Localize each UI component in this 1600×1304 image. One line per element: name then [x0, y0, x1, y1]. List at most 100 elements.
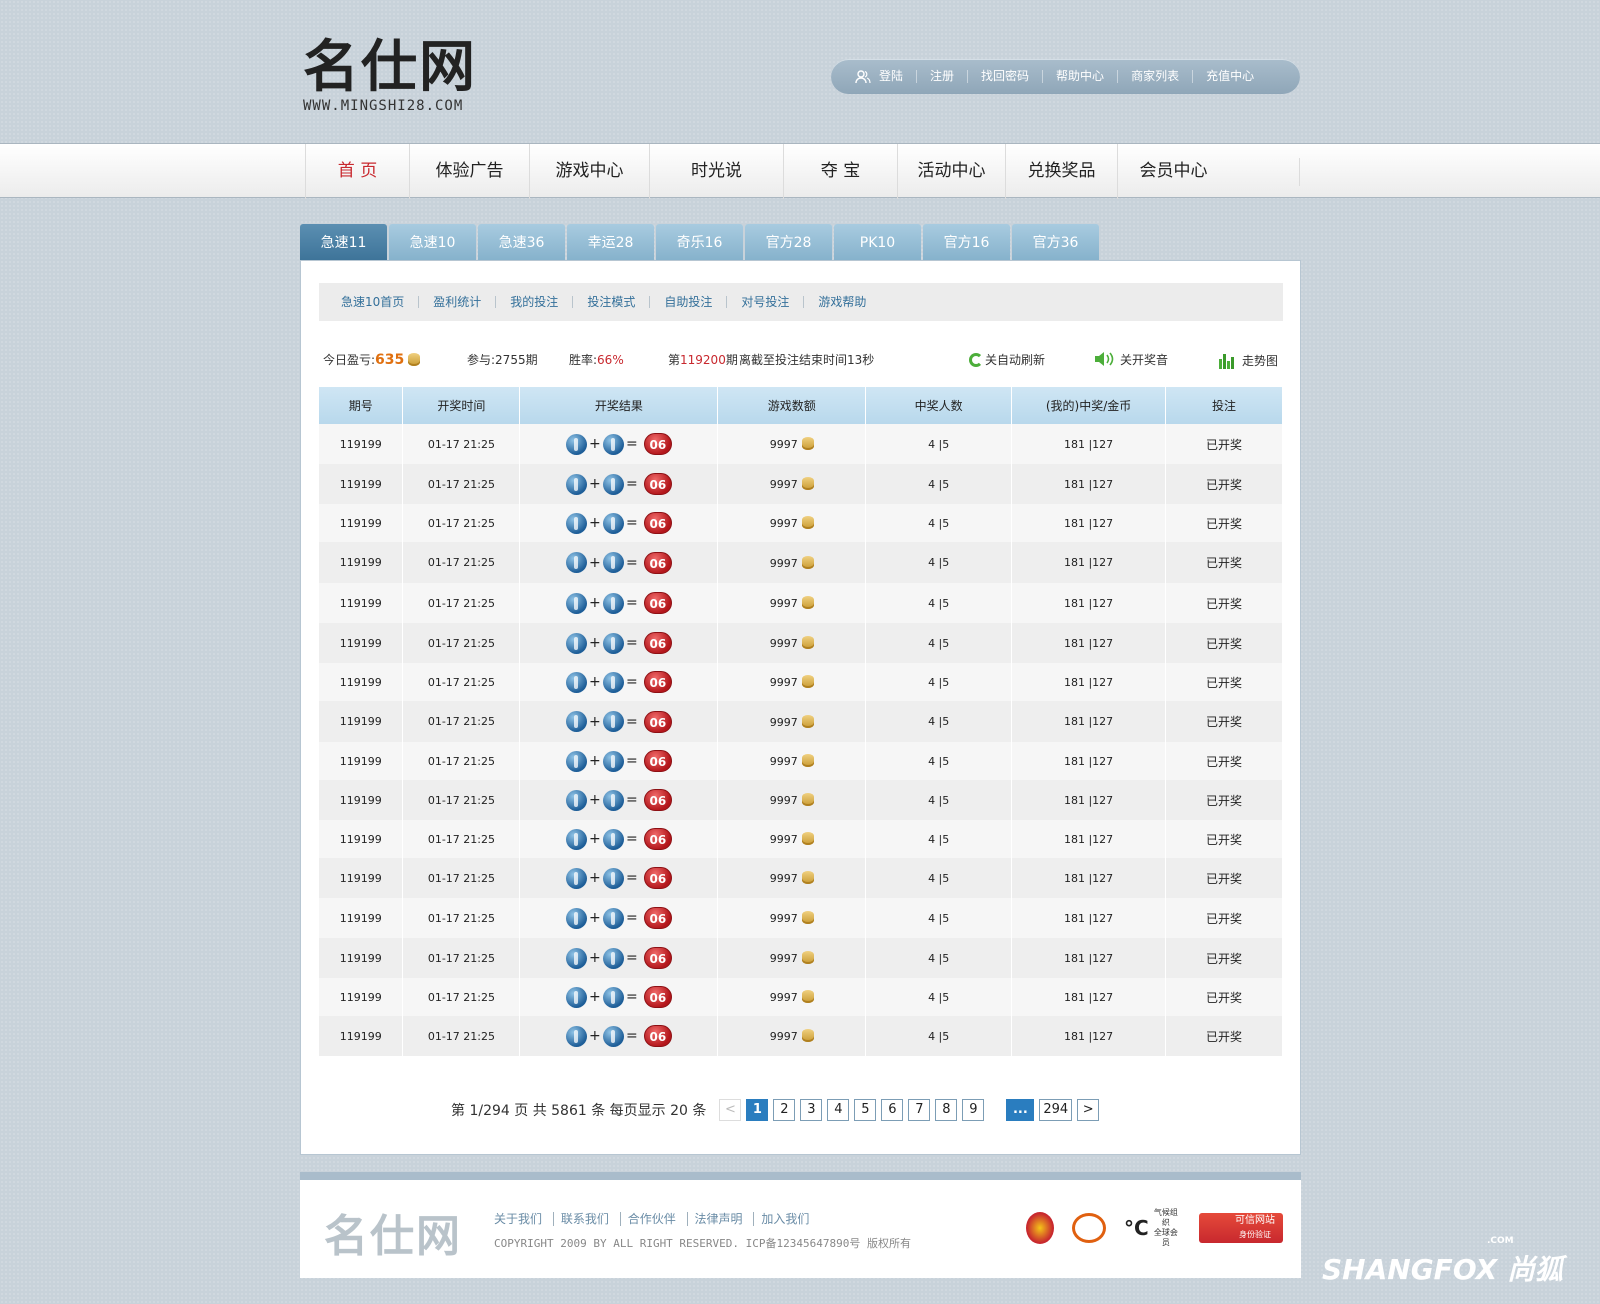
- page-1[interactable]: 1: [746, 1099, 769, 1121]
- recharge-center-link[interactable]: 充值中心: [1192, 70, 1267, 83]
- cell-my-win: 181 |127: [1011, 978, 1167, 1016]
- page-4[interactable]: 4: [827, 1099, 850, 1121]
- prev-page-button[interactable]: <: [719, 1099, 742, 1121]
- dice-icon: [602, 512, 624, 534]
- tab-jisu11[interactable]: 急速11: [300, 224, 387, 260]
- dice-icon: [565, 552, 587, 573]
- page-9[interactable]: 9: [962, 1099, 985, 1121]
- footer-legal[interactable]: 法律声明: [686, 1212, 750, 1226]
- cell-bet-status: 已开奖: [1165, 701, 1283, 742]
- cell-my-win: 181 |127: [1011, 858, 1167, 898]
- site-logo[interactable]: 名仕网 WWW.MINGSHI28.COM: [303, 36, 503, 116]
- next-page-button[interactable]: >: [1077, 1099, 1100, 1121]
- plus-sign: +: [588, 595, 601, 611]
- coin-icon: [801, 675, 814, 688]
- col-my-win: (我的)中奖/金币: [1011, 387, 1167, 424]
- trend-chart-link[interactable]: 走势图: [1218, 351, 1278, 369]
- nav-time-talk[interactable]: 时光说: [649, 144, 783, 199]
- nav-redeem-prizes[interactable]: 兑换奖品: [1005, 144, 1117, 199]
- plus-sign: +: [588, 476, 601, 492]
- table-row: 119199 01-17 21:25 + = 06 9997 4 |5 181 |127 已开奖: [319, 978, 1283, 1016]
- police-badge[interactable]: [1026, 1212, 1054, 1244]
- cell-winners: 4 |5: [865, 464, 1013, 504]
- cell-draw-time: 01-17 21:25: [402, 663, 521, 701]
- cell-winners: 4 |5: [865, 504, 1013, 542]
- plus-sign: +: [588, 436, 601, 452]
- current-period: 第119200期: [668, 353, 738, 367]
- cell-draw-result: + = 06: [519, 663, 719, 701]
- dice-icon: [602, 986, 624, 1008]
- equals-sign: =: [625, 674, 638, 690]
- game-tabs: 急速11 急速10 急速36 幸运28 奇乐16 官方28 PK10 官方16 …: [300, 224, 1101, 260]
- footer-contact[interactable]: 联系我们: [552, 1212, 616, 1226]
- nav-game-center[interactable]: 游戏中心: [529, 144, 649, 199]
- page-3[interactable]: 3: [800, 1099, 823, 1121]
- subnav-profit-stats[interactable]: 盈利统计: [418, 296, 495, 308]
- tab-guanfang36[interactable]: 官方36: [1012, 224, 1099, 260]
- table-row: 119199 01-17 21:25 + = 06 9997 4 |5 181 |127 已开奖: [319, 1016, 1283, 1056]
- cell-period: 119199: [319, 663, 404, 701]
- subnav-bet-mode[interactable]: 投注模式: [572, 296, 649, 308]
- page-last[interactable]: 294: [1039, 1099, 1073, 1121]
- trusted-site-badge[interactable]: 可信网站 身份验证: [1199, 1213, 1283, 1243]
- tab-xingyun28[interactable]: 幸运28: [567, 224, 654, 260]
- page-2[interactable]: 2: [773, 1099, 796, 1121]
- page-5[interactable]: 5: [854, 1099, 877, 1121]
- merchant-list-link[interactable]: 商家列表: [1117, 70, 1192, 83]
- forgot-password-link[interactable]: 找回密码: [967, 70, 1042, 83]
- dice-icon: [565, 867, 587, 889]
- ring-badge[interactable]: [1072, 1213, 1106, 1243]
- page-ellipsis[interactable]: ...: [1006, 1099, 1035, 1121]
- table-row: 119199 01-17 21:25 + = 06 9997 4 |5 181 |127 已开奖: [319, 938, 1283, 978]
- page-8[interactable]: 8: [935, 1099, 958, 1121]
- subnav-game-help[interactable]: 游戏帮助: [803, 296, 880, 308]
- equals-sign: =: [625, 515, 638, 531]
- page-7[interactable]: 7: [908, 1099, 931, 1121]
- footer-partners[interactable]: 合作伙伴: [619, 1212, 683, 1226]
- dice-icon: [602, 671, 624, 693]
- dice-icon: [602, 1025, 624, 1047]
- watermark: SHANGFOX 尚狐 .COM: [1322, 1236, 1563, 1286]
- cell-winners: 4 |5: [865, 820, 1013, 858]
- sound-toggle[interactable]: 关开奖音: [1094, 351, 1168, 368]
- nav-trial-ads[interactable]: 体验广告: [409, 144, 529, 199]
- subnav-number-bet[interactable]: 对号投注: [726, 296, 803, 308]
- cell-winners: 4 |5: [865, 583, 1013, 623]
- tab-qile16[interactable]: 奇乐16: [656, 224, 743, 260]
- dice-icon: [565, 711, 587, 732]
- result-ball: 06: [643, 907, 672, 929]
- nav-activity-center[interactable]: 活动中心: [897, 144, 1005, 199]
- nav-home[interactable]: 首 页: [305, 144, 409, 199]
- tab-jisu10[interactable]: 急速10: [389, 224, 476, 260]
- footer-about[interactable]: 关于我们: [494, 1212, 549, 1226]
- register-link[interactable]: 注册: [916, 70, 967, 83]
- tab-guanfang28[interactable]: 官方28: [745, 224, 832, 260]
- help-center-link[interactable]: 帮助中心: [1042, 70, 1117, 83]
- footer-copyright: COPYRIGHT 2009 BY ALL RIGHT RESERVED. IC…: [494, 1237, 911, 1250]
- nav-member-center[interactable]: 会员中心: [1117, 144, 1229, 199]
- today-profit-value: 635: [375, 352, 405, 368]
- equals-sign: =: [625, 910, 638, 926]
- tab-jisu36[interactable]: 急速36: [478, 224, 565, 260]
- plus-sign: +: [588, 554, 601, 571]
- auto-refresh-toggle[interactable]: 关自动刷新: [969, 351, 1045, 368]
- footer-join[interactable]: 加入我们: [753, 1212, 817, 1226]
- subnav-home[interactable]: 急速10首页: [341, 296, 418, 308]
- subnav-my-bets[interactable]: 我的投注: [495, 296, 572, 308]
- col-draw-result: 开奖结果: [519, 387, 719, 424]
- tab-guanfang16[interactable]: 官方16: [923, 224, 1010, 260]
- tab-pk10[interactable]: PK10: [834, 224, 921, 260]
- cell-game-amount: 9997: [717, 978, 867, 1016]
- subnav-auto-bet[interactable]: 自助投注: [649, 296, 726, 308]
- dice-icon: [565, 750, 587, 772]
- cell-my-win: 181 |127: [1011, 820, 1167, 858]
- climate-badge[interactable]: °C 气候组织 全球会员: [1124, 1208, 1181, 1248]
- cell-period: 119199: [319, 542, 404, 583]
- table-row: 119199 01-17 21:25 + = 06 9997 4 |5 181 |127 已开奖: [319, 623, 1283, 663]
- login-link[interactable]: 登陆: [879, 70, 916, 83]
- nav-treasure[interactable]: 夺 宝: [783, 144, 897, 199]
- coin-icon: [801, 793, 814, 806]
- page-6[interactable]: 6: [881, 1099, 904, 1121]
- user-icon: [855, 69, 871, 83]
- table-row: 119199 01-17 21:25 + = 06 9997 4 |5 181 |127 已开奖: [319, 742, 1283, 780]
